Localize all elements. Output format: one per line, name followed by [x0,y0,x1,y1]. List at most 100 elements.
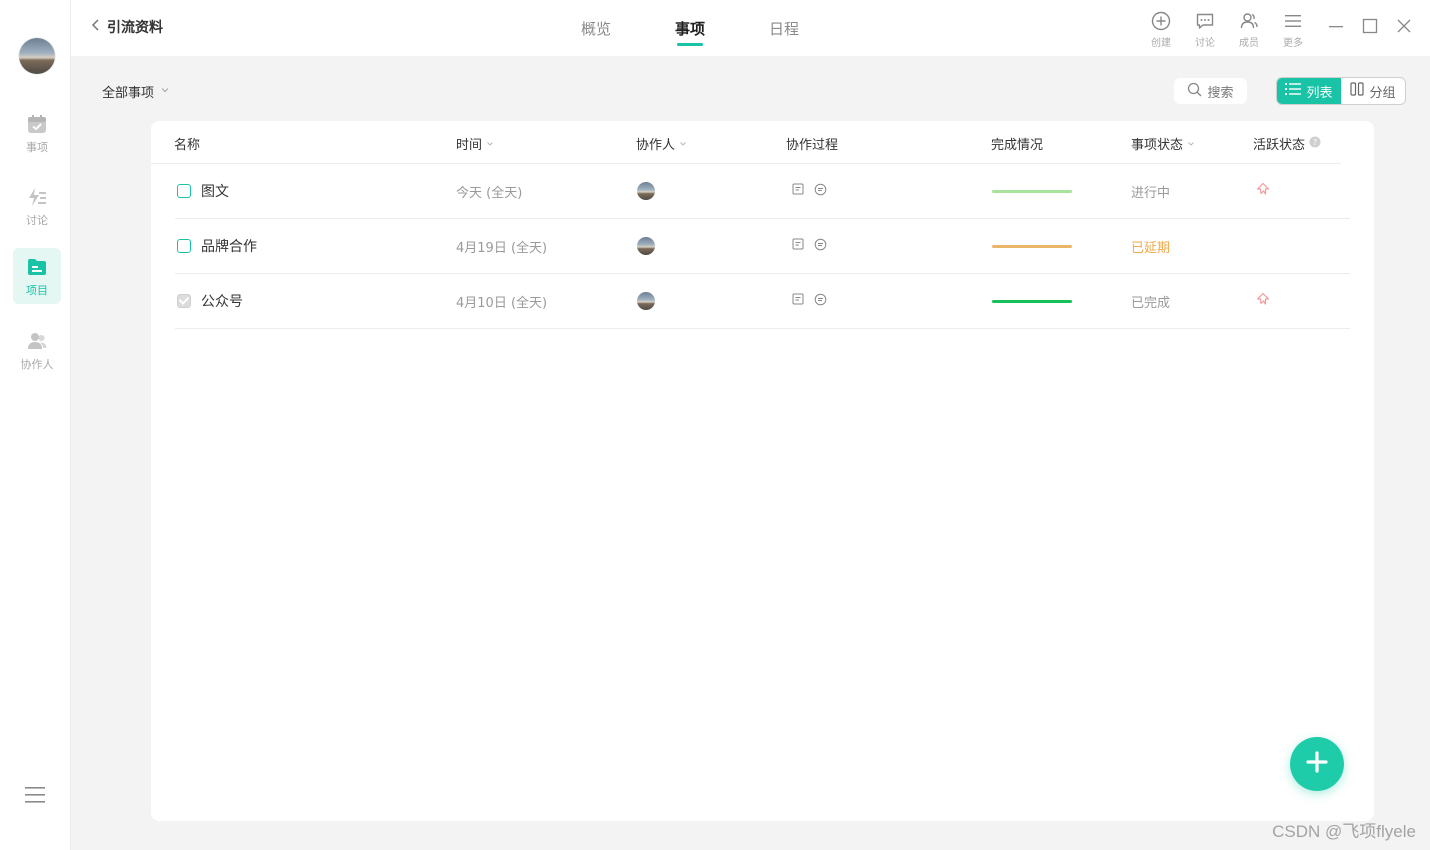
collaborator-cell [637,219,655,273]
more-button[interactable]: 更多 [1275,10,1311,49]
maximize-button[interactable] [1358,16,1382,40]
search-label: 搜索 [1207,85,1234,101]
calendar-check-icon [25,112,49,136]
tool-label: 创建 [1151,38,1171,49]
top-bar: 引流资料 概览 事项 日程 创建 讨论 成员 更多 [71,0,1430,56]
user-avatar[interactable] [19,38,55,74]
completion-cell [992,274,1072,328]
help-icon[interactable]: ? [1309,136,1321,152]
group-view-button[interactable]: 分组 [1341,78,1405,104]
task-filter-dropdown[interactable]: 全部事项 [102,82,170,101]
list-view-button[interactable]: 列表 [1277,78,1341,104]
back-button[interactable]: 引流资料 [91,17,163,37]
task-checkbox-checked[interactable] [177,294,191,308]
people-icon [25,329,49,353]
group-view-label: 分组 [1369,85,1396,101]
chat-icon [1187,10,1223,32]
sidebar-item-label: 协作人 [20,357,54,371]
members-icon [1231,10,1267,32]
sidebar-item-discussion[interactable]: 讨论 [13,178,61,234]
task-name: 品牌合作 [201,239,257,255]
list-view-label: 列表 [1306,85,1333,101]
avatar[interactable] [637,292,655,310]
column-header-name: 名称 [174,134,200,153]
chevron-down-icon [160,84,170,99]
activity-arrow-icon [1256,182,1270,200]
document-icon[interactable] [792,183,804,199]
completion-cell [992,219,1072,273]
close-icon [1396,18,1412,38]
task-status: 已完成 [1131,295,1171,311]
chevron-left-icon [91,19,101,35]
task-table-card: 名称 时间 协作人 协作过程 完成情况 事项状态 活跃状态 ? 图文 今天 (全… [151,121,1374,821]
tab-bar: 概览 事项 日程 [549,0,831,56]
tab-overview[interactable]: 概览 [549,0,643,56]
comment-icon[interactable] [814,293,827,310]
chevron-down-icon [1187,140,1195,148]
minimize-button[interactable] [1324,16,1348,40]
search-icon [1187,82,1202,101]
tool-label: 讨论 [1195,38,1215,49]
column-header-collaborator[interactable]: 协作人 [636,134,687,153]
discussion-button[interactable]: 讨论 [1187,10,1223,49]
tab-schedule[interactable]: 日程 [737,0,831,56]
svg-text:?: ? [1313,138,1317,147]
sidebar-item-collaborators[interactable]: 协作人 [13,322,61,378]
column-header-label: 协作过程 [786,138,839,153]
column-header-label: 活跃状态 [1253,138,1306,153]
search-button[interactable]: 搜索 [1174,78,1247,104]
maximize-icon [1362,18,1378,38]
column-header-label: 名称 [174,138,201,153]
collaborator-cell [637,274,655,328]
table-row[interactable]: 公众号 4月10日 (全天) 已完成 [175,274,1350,329]
tool-label: 成员 [1239,38,1259,49]
watermark-text: CSDN @飞项flyele [1272,822,1416,841]
activity-arrow-icon [1256,292,1270,310]
column-header-time[interactable]: 时间 [456,134,494,153]
members-button[interactable]: 成员 [1231,10,1267,49]
column-header-status[interactable]: 事项状态 [1131,134,1195,153]
avatar[interactable] [637,182,655,200]
completion-bar [992,299,1072,303]
sidebar-item-label: 讨论 [26,213,48,227]
create-button[interactable]: 创建 [1143,10,1179,49]
sidebar-item-label: 项目 [26,283,48,297]
close-button[interactable] [1392,16,1416,40]
document-icon[interactable] [792,293,804,309]
columns-icon [1350,82,1365,100]
column-header-label: 完成情况 [991,138,1044,153]
task-checkbox[interactable] [177,239,191,253]
completion-cell [992,164,1072,218]
left-sidebar: 事项 讨论 项目 协作人 [0,0,71,850]
sidebar-item-tasks[interactable]: 事项 [13,105,61,161]
comment-icon[interactable] [814,183,827,200]
menu-icon [1275,10,1311,32]
task-name-cell: 品牌合作 [177,219,257,273]
document-icon[interactable] [792,238,804,254]
process-cell [792,219,827,273]
task-date: 今天 (全天) [456,185,523,201]
task-status: 进行中 [1131,185,1171,201]
sidebar-item-projects[interactable]: 项目 [13,248,61,304]
hamburger-menu-icon[interactable] [24,784,46,806]
add-task-button[interactable] [1290,737,1344,791]
activity-cell [1256,164,1270,218]
task-date: 4月10日 (全天) [456,295,548,311]
task-name: 图文 [201,184,229,200]
table-row[interactable]: 图文 今天 (全天) 进行中 [175,164,1350,219]
column-header-label: 协作人 [636,138,676,153]
activity-cell [1256,274,1270,328]
task-status: 已延期 [1131,240,1171,256]
table-row[interactable]: 品牌合作 4月19日 (全天) 已延期 [175,219,1350,274]
process-cell [792,164,827,218]
avatar[interactable] [637,237,655,255]
column-header-label: 事项状态 [1131,138,1184,153]
task-checkbox[interactable] [177,184,191,198]
comment-icon[interactable] [814,238,827,255]
task-name-cell: 公众号 [177,274,243,328]
tab-tasks[interactable]: 事项 [643,0,737,56]
table-header: 名称 时间 协作人 协作过程 完成情况 事项状态 活跃状态 ? [151,121,1341,164]
process-cell [792,274,827,328]
chevron-down-icon [679,140,687,148]
minimize-icon [1328,18,1344,38]
